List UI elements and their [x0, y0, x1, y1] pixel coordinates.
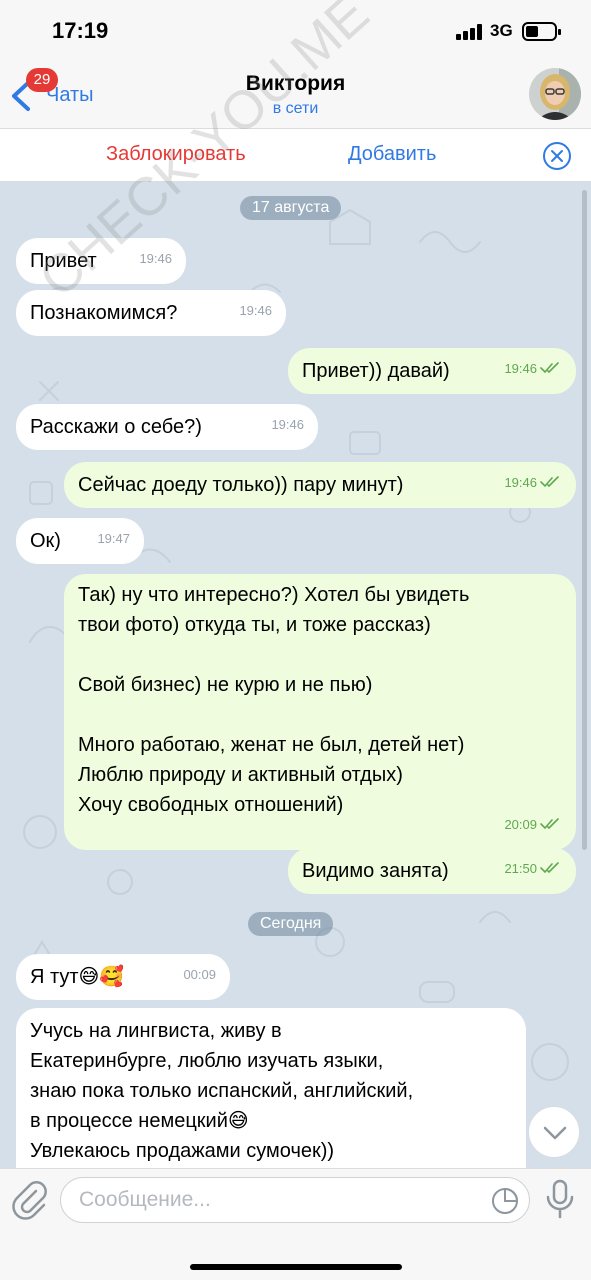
message-time: 00:09 — [183, 967, 216, 982]
incoming-message[interactable]: Расскажи о себе?) 19:46 — [16, 404, 318, 450]
message-text: Расскажи о себе?) — [30, 416, 202, 438]
incoming-message[interactable]: Познакомимся? 19:46 — [16, 290, 286, 336]
double-check-icon — [540, 476, 559, 488]
microphone-icon[interactable] — [544, 1179, 576, 1219]
double-check-icon — [540, 818, 559, 830]
outgoing-message[interactable]: Видимо занята) 21:50 — [288, 848, 576, 894]
message-time: 19:46 — [239, 303, 272, 318]
message-text: Сейчас доеду только)) пару минут) — [78, 474, 404, 496]
add-contact-button[interactable]: Добавить — [348, 143, 436, 166]
message-text: Так) ну что интересно?) Хотел бы увидеть… — [78, 584, 470, 816]
double-check-icon — [540, 862, 559, 874]
incoming-message[interactable]: Привет 19:46 — [16, 238, 186, 284]
double-check-icon — [540, 362, 559, 374]
message-time: 19:47 — [97, 531, 130, 546]
battery-icon — [522, 22, 561, 41]
message-time: 19:46 — [139, 251, 172, 266]
message-meta: 19:46 — [504, 468, 560, 498]
message-time: 19:46 — [504, 361, 537, 376]
scrollbar[interactable] — [582, 190, 587, 850]
chevron-down-icon — [543, 1126, 567, 1140]
sticker-icon[interactable] — [491, 1187, 519, 1215]
date-separator: 17 августа — [240, 196, 342, 220]
incoming-message[interactable]: Ок) 19:47 — [16, 518, 144, 564]
paperclip-icon[interactable] — [12, 1181, 48, 1221]
message-text: Познакомимся? — [30, 302, 178, 324]
block-button[interactable]: Заблокировать — [106, 143, 246, 166]
message-field[interactable] — [60, 1177, 530, 1223]
signal-icon — [456, 24, 482, 40]
message-text: Я тут😅🥰 — [30, 966, 125, 988]
message-text: Ок) — [30, 530, 61, 552]
chat-header: Чаты 29 Виктория в сети — [0, 56, 591, 128]
outgoing-message[interactable]: Так) ну что интересно?) Хотел бы увидеть… — [64, 574, 576, 850]
message-time: 19:46 — [271, 417, 304, 432]
close-icon[interactable] — [542, 141, 572, 171]
incoming-message[interactable]: Я тут😅🥰 00:09 — [16, 954, 230, 1000]
home-indicator — [190, 1264, 402, 1270]
avatar[interactable] — [529, 68, 581, 120]
message-text: Учусь на лингвиста, живу в Екатеринбурге… — [30, 1020, 414, 1162]
outgoing-message[interactable]: Сейчас доеду только)) пару минут) 19:46 — [64, 462, 576, 508]
message-input[interactable] — [79, 1178, 479, 1222]
contact-actions-bar: Заблокировать Добавить — [0, 128, 591, 182]
message-text: Привет)) давай) — [302, 360, 450, 382]
incoming-message[interactable]: Учусь на лингвиста, живу в Екатеринбурге… — [16, 1008, 526, 1168]
message-text: Видимо занята) — [302, 860, 449, 882]
status-time: 17:19 — [52, 18, 109, 43]
message-time: 19:46 — [504, 475, 537, 490]
message-meta: 20:09 — [504, 810, 560, 840]
contact-name[interactable]: Виктория — [0, 72, 591, 96]
message-meta: 00:09 — [183, 960, 216, 990]
status-bar: 17:19 3G — [0, 0, 591, 56]
outgoing-message[interactable]: Привет)) давай) 19:46 — [288, 348, 576, 394]
message-meta: 19:46 — [139, 244, 172, 274]
message-time: 21:50 — [504, 861, 537, 876]
message-meta: 19:47 — [97, 524, 130, 554]
message-text: Привет — [30, 250, 97, 272]
network-type: 3G — [490, 21, 513, 40]
scroll-to-bottom-button[interactable] — [528, 1106, 580, 1158]
message-meta: 19:46 — [239, 296, 272, 326]
message-list[interactable]: 17 августа Сегодня Привет 19:46 Познакомимся… — [0, 182, 591, 1168]
contact-status: в сети — [272, 100, 319, 117]
date-separator: Сегодня — [248, 912, 334, 936]
message-meta: 19:46 — [271, 410, 304, 440]
composer-bar — [0, 1168, 591, 1280]
message-meta: 19:46 — [504, 354, 560, 384]
message-meta: 21:50 — [504, 854, 560, 884]
message-time: 20:09 — [504, 817, 537, 832]
